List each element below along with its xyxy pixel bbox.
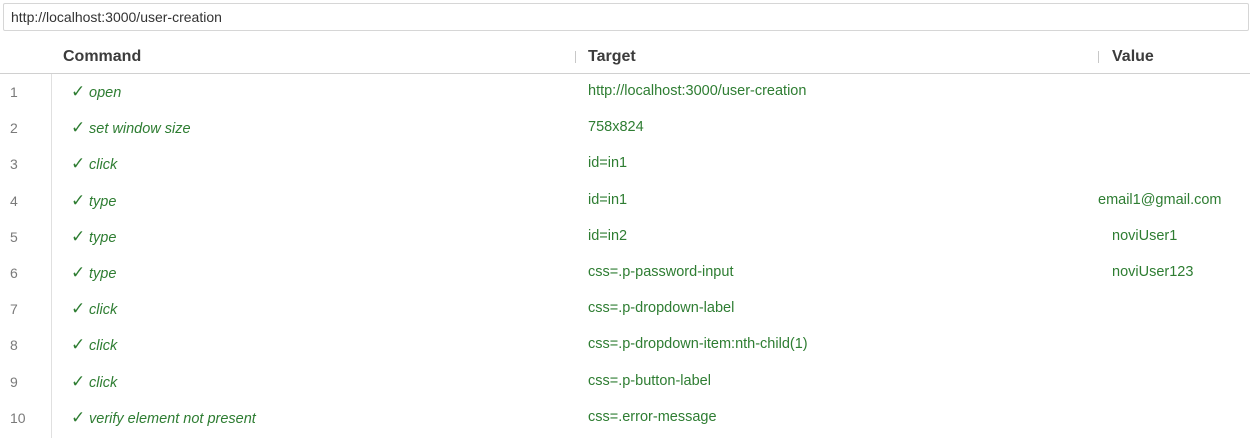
table-header: Command Target Value [0,40,1250,74]
column-resize-handle[interactable] [1098,51,1099,63]
row-number: 3 [10,156,18,173]
check-icon: ✓ [71,190,86,211]
command-cell: type [89,265,117,282]
target-cell: 758x824 [588,119,644,136]
check-icon: ✓ [71,118,86,139]
value-cell: noviUser1 [1112,227,1178,244]
command-row[interactable]: 4 ✓ type id=in1 email1@gmail.com [0,183,1250,219]
value-cell: noviUser123 [1112,263,1194,280]
command-row[interactable]: 3 ✓ click id=in1 [0,146,1250,182]
column-header-value[interactable]: Value [1112,48,1154,66]
target-cell: id=in2 [588,227,628,244]
row-number: 9 [10,373,18,390]
command-row[interactable]: 2 ✓ set window size 758x824 [0,110,1250,146]
command-row[interactable]: 1 ✓ open http://localhost:3000/user-crea… [0,74,1250,110]
row-number: 4 [10,192,18,209]
row-number: 6 [10,264,18,281]
check-icon: ✓ [71,371,86,392]
command-row[interactable]: 6 ✓ type css=.p-password-input noviUser1… [0,255,1250,291]
command-row[interactable]: 8 ✓ click css=.p-dropdown-item:nth-child… [0,327,1250,363]
row-number: 8 [10,337,18,354]
check-icon: ✓ [71,154,86,175]
url-bar[interactable] [3,3,1249,31]
row-number: 5 [10,228,18,245]
target-cell: css=.p-dropdown-item:nth-child(1) [588,336,808,353]
check-icon: ✓ [71,226,86,247]
check-icon: ✓ [71,299,86,320]
target-cell: id=in1 [588,155,628,172]
row-number: 1 [10,84,18,100]
column-resize-handle[interactable] [575,51,576,63]
target-cell: css=.p-password-input [588,263,734,280]
command-row[interactable]: 7 ✓ click css=.p-dropdown-label [0,291,1250,327]
command-row[interactable]: 5 ✓ type id=in2 noviUser1 [0,219,1250,255]
command-cell: click [89,338,118,355]
row-number: 7 [10,301,18,318]
check-icon: ✓ [71,262,86,283]
url-input[interactable] [11,9,1248,25]
command-cell: click [89,374,118,391]
command-cell: type [89,193,117,210]
target-cell: http://localhost:3000/user-creation [588,83,807,99]
command-row[interactable]: 10 ✓ verify element not present css=.err… [0,400,1250,436]
target-cell: css=.p-button-label [588,372,711,389]
command-cell: open [89,85,122,101]
row-number: 10 [10,409,26,426]
target-cell: css=.p-dropdown-label [588,300,735,317]
command-cell: click [89,302,118,319]
target-cell: id=in1 [588,191,628,208]
row-number: 2 [10,120,18,137]
command-cell: set window size [89,121,191,138]
command-list: 1 ✓ open http://localhost:3000/user-crea… [0,74,1250,436]
value-cell: email1@gmail.com [1098,191,1222,208]
command-cell: verify element not present [89,410,256,427]
check-icon: ✓ [71,82,86,102]
command-cell: click [89,157,118,174]
check-icon: ✓ [71,335,86,356]
column-header-target[interactable]: Target [588,48,636,66]
target-cell: css=.error-message [588,408,717,425]
column-header-command[interactable]: Command [63,48,141,66]
command-row[interactable]: 9 ✓ click css=.p-button-label [0,364,1250,400]
command-cell: type [89,229,117,246]
check-icon: ✓ [71,407,86,428]
